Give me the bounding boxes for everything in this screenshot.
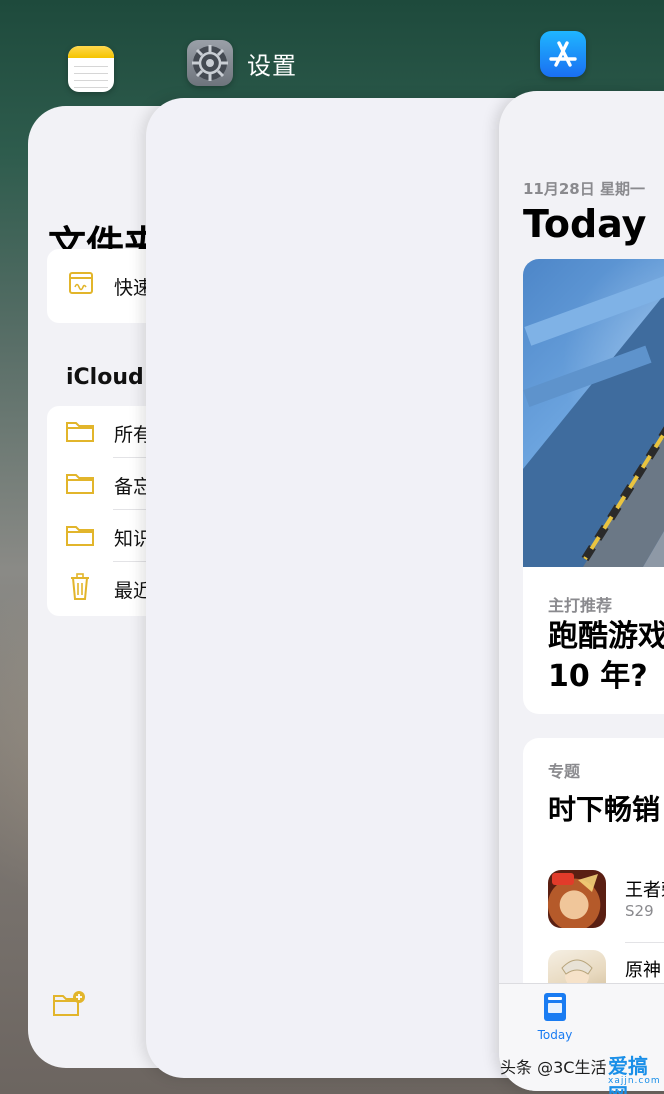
site-url-watermark: xajjn.com	[608, 1076, 661, 1086]
app-store-icon[interactable]	[540, 31, 586, 77]
featured-story-image	[523, 259, 664, 567]
topic-subtitle: 专题	[548, 762, 581, 781]
topic-card[interactable]: 专题 时下畅销 王者荣耀 S29	[523, 738, 664, 998]
today-tab-icon	[544, 993, 566, 1021]
new-folder-icon[interactable]	[52, 990, 86, 1018]
settings-app-title: 设置	[247, 52, 297, 80]
folder-icon	[66, 526, 94, 546]
tab-today-label: Today	[537, 1028, 573, 1042]
featured-story-title: 跑酷游戏 10 年?	[548, 619, 664, 694]
icloud-section-header: iCloud	[66, 365, 144, 390]
game-name: 原神	[625, 960, 661, 981]
source-watermark: 头条 @3C生活	[500, 1058, 607, 1077]
tab-today[interactable]: Today	[527, 992, 583, 1052]
app-store-card[interactable]: 11月28日 星期一 Today 主打推荐 跑酷游戏 10 年? 专题 时下畅销…	[499, 91, 664, 1091]
site-logo-watermark: 爱搞网	[608, 1054, 648, 1094]
trash-icon	[71, 573, 89, 600]
game-meta: S29	[625, 902, 654, 920]
quick-note-icon	[69, 272, 93, 294]
featured-story-card[interactable]: 主打推荐 跑酷游戏 10 年?	[523, 259, 664, 714]
gear-icon	[192, 45, 228, 81]
row-divider	[625, 942, 664, 943]
honor-of-kings-app-icon	[548, 870, 606, 928]
topic-title: 时下畅销	[548, 793, 661, 826]
metal-ramp-illustration	[523, 272, 664, 567]
folder-icon	[66, 422, 94, 442]
app-store-a-icon	[549, 41, 577, 67]
notes-app-icon[interactable]	[68, 46, 114, 92]
app-switcher: 文件夹 快速备忘录 iCloud 所有 iCloud	[0, 0, 664, 1094]
game-row-honor-of-kings[interactable]: 王者荣耀 S29	[548, 870, 664, 943]
folder-icon	[66, 474, 94, 494]
settings-app-icon[interactable]	[187, 40, 233, 86]
featured-story-subtitle: 主打推荐	[548, 596, 613, 615]
game-name: 王者荣耀	[625, 880, 664, 901]
today-date: 11月28日 星期一	[523, 180, 645, 198]
today-title: Today	[523, 202, 647, 246]
